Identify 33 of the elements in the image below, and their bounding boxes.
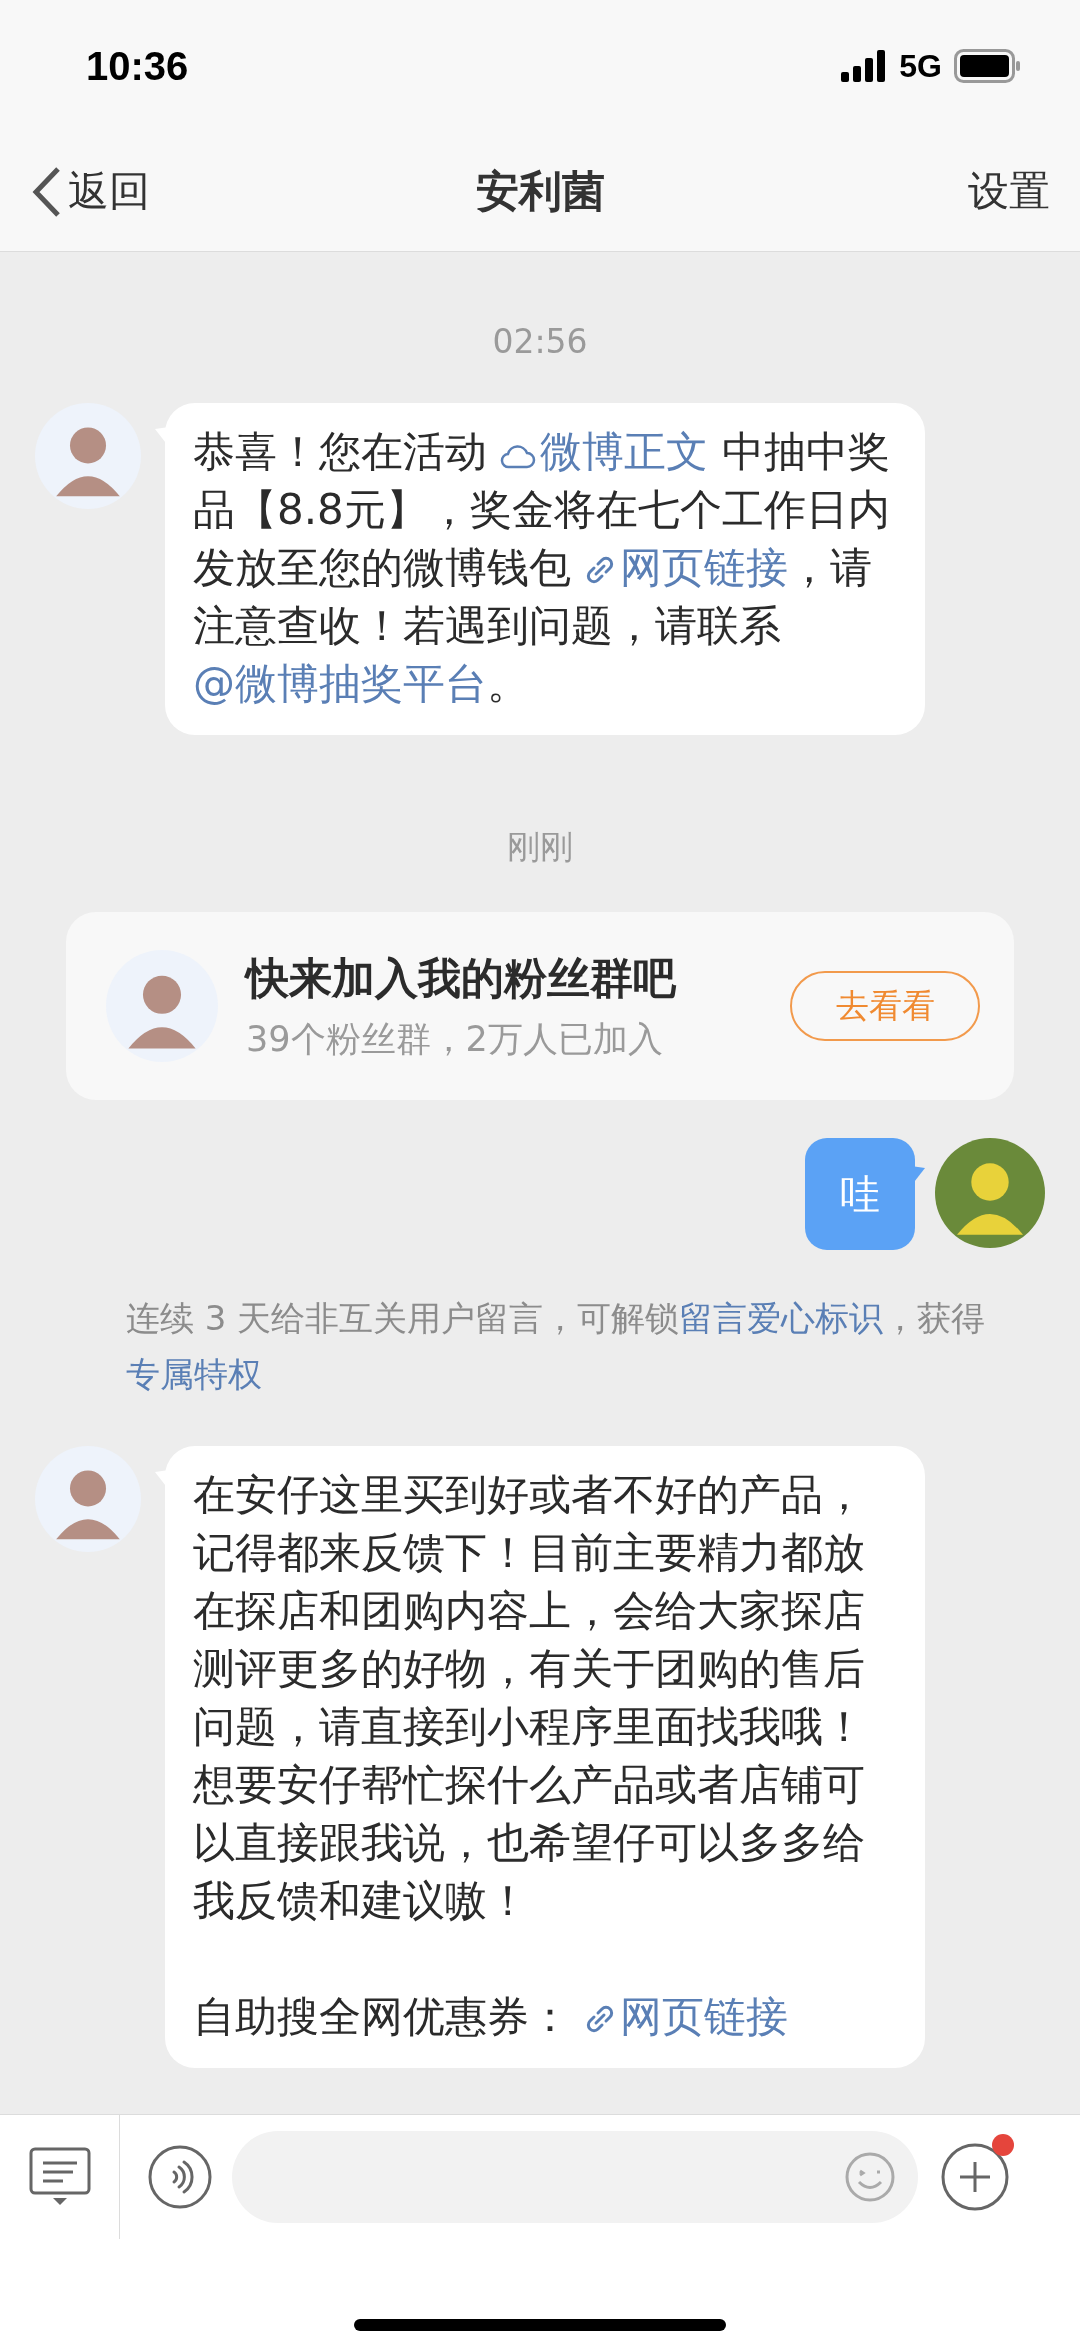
avatar[interactable] — [935, 1138, 1045, 1248]
voice-icon[interactable] — [148, 2145, 212, 2209]
message-text: 恭喜！您在活动 微博正文 中抽中奖品【8.8元】，奖金将在七个工作日内发放至您的微博钱包 网页链接，请注意查收！若遇到问题，请联系 @微博抽奖平台。 — [193, 426, 891, 710]
back-button[interactable]: 返回 — [30, 164, 150, 219]
keyboard-menu-icon[interactable] — [28, 2147, 91, 2207]
avatar[interactable] — [106, 950, 218, 1062]
emoji-icon[interactable] — [844, 2151, 896, 2203]
timestamp: 刚刚 — [507, 826, 573, 868]
settings-button[interactable]: 设置 — [968, 164, 1050, 219]
topic-link[interactable]: 微博正文 — [500, 427, 709, 476]
fan-group-card[interactable]: 快来加入我的粉丝群吧 39个粉丝群，2万人已加入 去看看 — [66, 912, 1014, 1100]
avatar[interactable] — [35, 403, 141, 509]
avatar[interactable] — [35, 1446, 141, 1552]
web-link[interactable]: 网页链接 — [584, 543, 789, 592]
signal-icon — [841, 50, 888, 82]
view-button[interactable]: 去看看 — [790, 971, 980, 1041]
notice-link[interactable]: 专属特权 — [126, 1354, 262, 1394]
notice-link[interactable]: 留言爱心标识 — [679, 1298, 884, 1338]
card-subtitle: 39个粉丝群，2万人已加入 — [246, 1017, 664, 1061]
battery-icon — [954, 49, 1022, 83]
timestamp: 02:56 — [492, 322, 588, 361]
cloud-icon — [500, 442, 537, 470]
message-text: 自助搜全网优惠券： 网页链接 — [193, 1991, 790, 2043]
plus-icon[interactable] — [940, 2142, 1010, 2212]
notice-text: 连续 3 天给非互关用户留言，可解锁留言爱心标识，获得 专属特权 — [126, 1297, 987, 1396]
message-text: 在安仔这里买到好或者不好的产品，记得都来反馈下！目前主要精力都放在探店和团购内容上，会给大家探店测评更多的好物，有关于团购的售后问题，请直接到小程序里面找我哦！想要安仔帮忙探什么产品或者店铺可以直接跟我说，也希望仔可以多多给我反馈和建议嗷！ — [193, 1469, 866, 1927]
message-text: 哇 — [840, 1169, 880, 1219]
network-label: 5G — [899, 47, 942, 85]
status-time: 10:36 — [86, 43, 189, 89]
web-link[interactable]: 网页链接 — [584, 1992, 789, 2041]
chat-title: 安利菌 — [475, 165, 605, 216]
mention-link[interactable]: @微博抽奖平台 — [193, 659, 487, 708]
card-title: 快来加入我的粉丝群吧 — [246, 951, 677, 1005]
